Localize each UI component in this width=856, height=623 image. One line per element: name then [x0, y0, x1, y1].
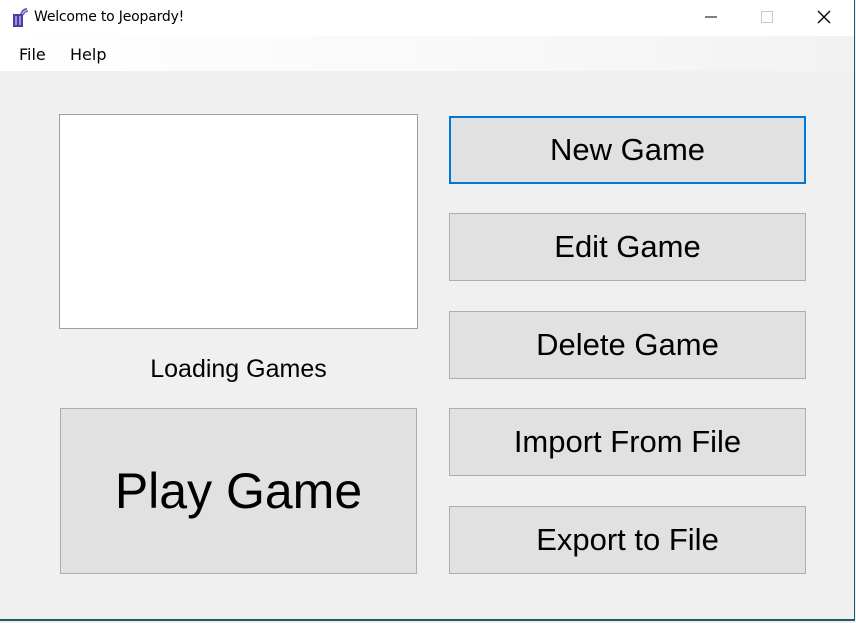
menu-bar: File Help	[0, 36, 854, 71]
edit-game-button[interactable]: Edit Game	[449, 213, 806, 281]
delete-game-button[interactable]: Delete Game	[449, 311, 806, 379]
window-title: Welcome to Jeopardy!	[34, 9, 185, 25]
close-icon	[817, 10, 831, 24]
jeopardy-app-icon	[11, 8, 29, 28]
minimize-button[interactable]	[683, 0, 739, 34]
export-to-file-button[interactable]: Export to File	[449, 506, 806, 574]
maximize-button[interactable]	[739, 0, 795, 34]
close-button[interactable]	[796, 0, 852, 34]
minimize-icon	[705, 11, 717, 23]
main-window: Welcome to Jeopardy! File Help Loading G…	[0, 0, 855, 621]
title-bar[interactable]: Welcome to Jeopardy!	[0, 0, 854, 36]
import-from-file-button[interactable]: Import From File	[449, 408, 806, 476]
menu-help[interactable]: Help	[70, 45, 106, 64]
games-list[interactable]	[59, 114, 418, 329]
menu-file[interactable]: File	[19, 45, 46, 64]
loading-status-label: Loading Games	[150, 355, 327, 383]
new-game-button[interactable]: New Game	[449, 116, 806, 184]
play-game-button[interactable]: Play Game	[60, 408, 417, 574]
maximize-icon	[761, 11, 773, 23]
